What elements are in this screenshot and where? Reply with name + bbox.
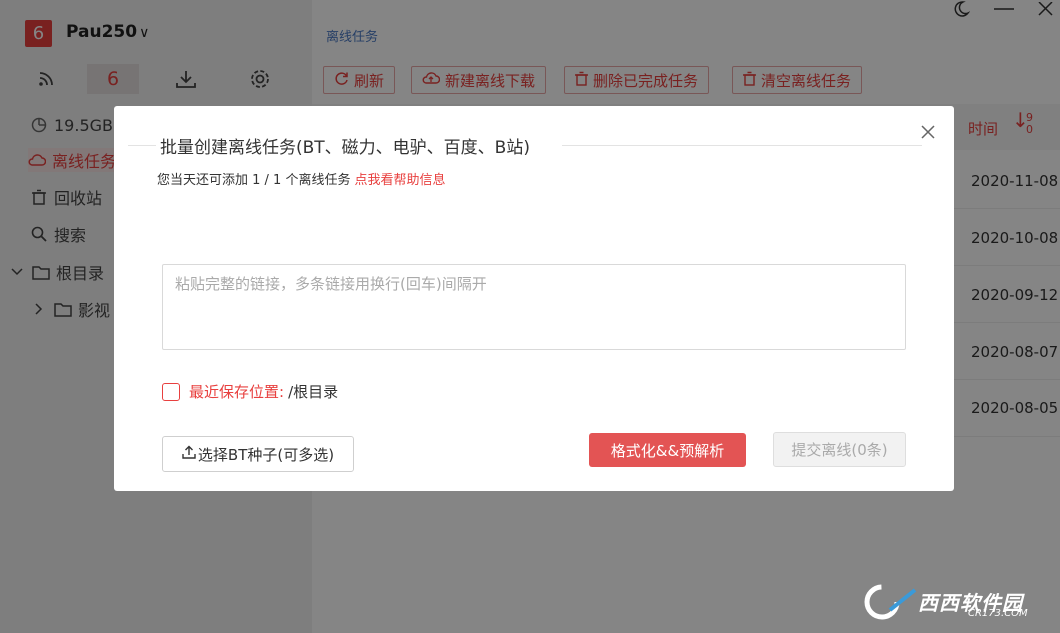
quota-info: 您当天还可添加 1 / 1 个离线任务 点我看帮助信息 <box>157 169 445 188</box>
format-preparse-button[interactable]: 格式化&&预解析 <box>589 433 746 467</box>
close-icon[interactable] <box>918 122 938 142</box>
title-divider <box>128 145 156 146</box>
select-bt-torrent-button[interactable]: 选择BT种子(可多选) <box>162 436 354 472</box>
bt-button-label: 选择BT种子(可多选) <box>197 445 335 464</box>
submit-offline-button[interactable]: 提交离线(0条) <box>773 432 906 467</box>
upload-icon <box>182 445 196 463</box>
watermark-logo: 西西软件园 CR173.COM <box>860 582 1040 622</box>
links-input[interactable] <box>162 264 906 350</box>
save-location-label[interactable]: 最近保存位置: <box>189 381 284 402</box>
help-link[interactable]: 点我看帮助信息 <box>354 173 445 188</box>
save-location-path: /根目录 <box>288 383 339 401</box>
watermark-sub: CR173.COM <box>968 608 1028 619</box>
save-location-row: 最近保存位置: /根目录 <box>162 381 338 402</box>
dialog-title: 批量创建离线任务(BT、磁力、电驴、百度、B站) <box>158 133 532 158</box>
save-location-checkbox[interactable] <box>162 382 180 401</box>
quota-text: 您当天还可添加 1 / 1 个离线任务 <box>157 173 351 188</box>
batch-offline-dialog: 批量创建离线任务(BT、磁力、电驴、百度、B站) 您当天还可添加 1 / 1 个… <box>114 106 954 491</box>
title-divider <box>562 145 922 146</box>
